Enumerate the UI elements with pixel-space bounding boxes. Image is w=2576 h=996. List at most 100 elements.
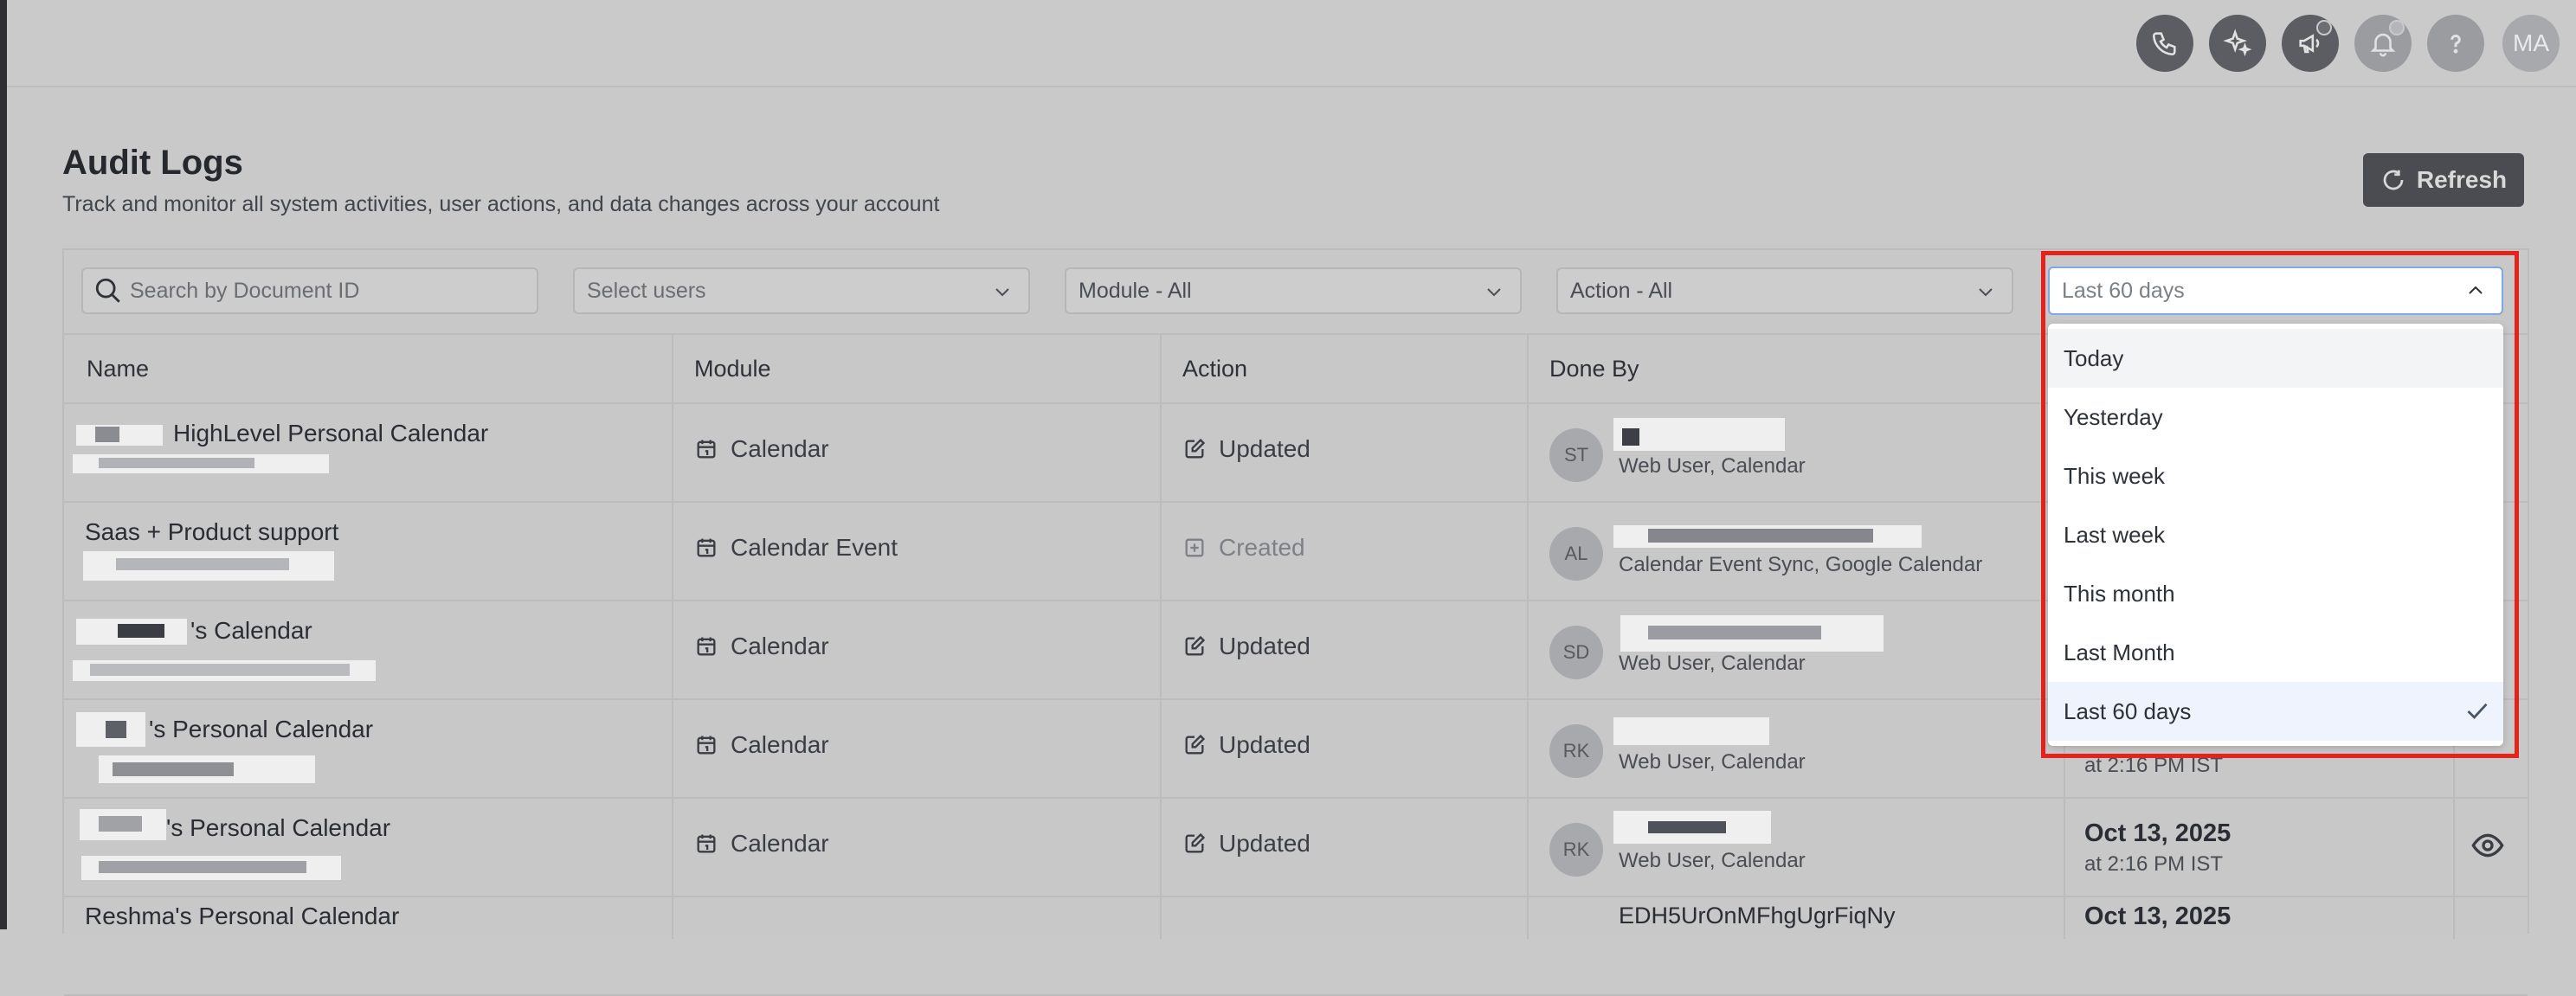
row-action: Updated bbox=[1182, 731, 1311, 759]
row-action-label: Updated bbox=[1219, 435, 1311, 462]
redacted-text bbox=[76, 425, 163, 446]
megaphone-icon[interactable] bbox=[2282, 15, 2339, 72]
page-title: Audit Logs bbox=[62, 144, 243, 182]
date-option-this-week[interactable]: This week bbox=[2048, 447, 2503, 505]
column-header-action[interactable]: Action bbox=[1182, 356, 1247, 382]
avatar: SD bbox=[1549, 626, 1603, 679]
user-avatar[interactable]: MA bbox=[2502, 15, 2560, 72]
left-nav-strip bbox=[0, 0, 7, 929]
option-label: Today bbox=[2064, 344, 2124, 371]
calendar-icon bbox=[697, 538, 716, 557]
row-module-label: Calendar bbox=[731, 633, 829, 659]
redaction-pixels bbox=[113, 762, 234, 776]
redacted-text bbox=[1613, 717, 1769, 745]
date-range-menu: Today Yesterday This week Last week This… bbox=[2048, 324, 2503, 746]
row-action: Updated bbox=[1182, 435, 1311, 463]
page-subtitle: Track and monitor all system activities,… bbox=[62, 192, 940, 216]
refresh-icon bbox=[2383, 170, 2404, 190]
chevron-down-icon bbox=[995, 288, 1009, 297]
date-option-today[interactable]: Today bbox=[2048, 329, 2503, 388]
users-select[interactable]: Select users bbox=[573, 267, 1030, 314]
avatar: RK bbox=[1549, 724, 1603, 778]
refresh-button[interactable]: Refresh bbox=[2363, 153, 2524, 207]
row-source: Web User, Calendar bbox=[1619, 652, 1806, 675]
module-select[interactable]: Module - All bbox=[1065, 267, 1522, 314]
row-name: 's Calendar bbox=[190, 617, 312, 644]
row-action-label: Updated bbox=[1219, 731, 1311, 758]
row-module-label: Calendar Event bbox=[731, 534, 898, 561]
plus-square-icon bbox=[1185, 538, 1204, 557]
row-source: Web User, Calendar bbox=[1619, 454, 1806, 478]
module-select-value: Module - All bbox=[1079, 278, 1192, 303]
table-row[interactable]: 's Personal Calendar Calendar Updated RK… bbox=[64, 797, 2528, 897]
row-action-label: Created bbox=[1219, 534, 1305, 561]
date-option-last-60-days[interactable]: Last 60 days bbox=[2048, 682, 2503, 741]
redaction-pixels bbox=[1648, 821, 1726, 833]
row-done-by: EDH5UrOnMFhgUgrFiqNy bbox=[1619, 903, 1896, 929]
calendar-icon bbox=[697, 637, 716, 656]
option-label: This week bbox=[2064, 462, 2166, 489]
option-label: Last 60 days bbox=[2064, 697, 2192, 724]
edit-icon bbox=[1185, 734, 1206, 755]
search-icon bbox=[95, 278, 120, 303]
date-range-value: Last 60 days bbox=[2062, 278, 2185, 303]
date-option-last-week[interactable]: Last week bbox=[2048, 505, 2503, 564]
row-date: Oct 13, 2025 bbox=[2084, 903, 2231, 930]
date-range-select[interactable]: Last 60 days bbox=[2048, 267, 2503, 315]
eye-icon[interactable] bbox=[2470, 828, 2505, 863]
row-action-label: Updated bbox=[1219, 830, 1311, 857]
notification-dot bbox=[2316, 20, 2332, 35]
chevron-up-icon bbox=[2469, 286, 2483, 294]
top-bar: MA bbox=[7, 0, 2576, 87]
row-module: Calendar bbox=[694, 633, 829, 660]
date-option-this-month[interactable]: This month bbox=[2048, 564, 2503, 623]
search-placeholder: Search by Document ID bbox=[130, 278, 360, 303]
row-module: Calendar bbox=[694, 830, 829, 858]
row-module-label: Calendar bbox=[731, 830, 829, 857]
search-input[interactable]: Search by Document ID bbox=[81, 267, 538, 314]
calendar-icon bbox=[697, 440, 716, 459]
action-select[interactable]: Action - All bbox=[1556, 267, 2013, 314]
phone-icon[interactable] bbox=[2136, 15, 2193, 72]
row-action: Created bbox=[1182, 534, 1305, 562]
option-label: This month bbox=[2064, 580, 2175, 607]
redaction-pixels bbox=[118, 624, 164, 638]
date-option-yesterday[interactable]: Yesterday bbox=[2048, 388, 2503, 447]
help-icon[interactable] bbox=[2427, 15, 2484, 72]
redaction-pixels bbox=[95, 427, 119, 442]
column-header-name[interactable]: Name bbox=[87, 356, 149, 382]
redaction-pixels bbox=[1648, 529, 1873, 543]
avatar: ST bbox=[1549, 428, 1603, 482]
column-header-module[interactable]: Module bbox=[694, 356, 771, 382]
check-icon bbox=[2467, 703, 2488, 720]
edit-icon bbox=[1185, 832, 1206, 853]
row-module: Calendar Event bbox=[694, 534, 898, 562]
row-module: Calendar bbox=[694, 731, 829, 759]
date-option-last-month[interactable]: Last Month bbox=[2048, 623, 2503, 682]
option-label: Yesterday bbox=[2064, 403, 2163, 430]
redaction-pixels bbox=[99, 816, 142, 832]
calendar-icon bbox=[697, 736, 716, 755]
row-source: Web User, Calendar bbox=[1619, 849, 1806, 872]
redaction-pixels bbox=[90, 664, 350, 676]
avatar: AL bbox=[1549, 527, 1603, 581]
redaction-pixels bbox=[106, 721, 126, 738]
notification-dot bbox=[2389, 20, 2405, 35]
row-source: Web User, Calendar bbox=[1619, 750, 1806, 774]
edit-icon bbox=[1185, 635, 1206, 656]
refresh-label: Refresh bbox=[2416, 166, 2508, 193]
row-module-label: Calendar bbox=[731, 435, 829, 462]
row-action: Updated bbox=[1182, 830, 1311, 858]
calendar-icon bbox=[697, 834, 716, 853]
avatar: RK bbox=[1549, 823, 1603, 877]
column-header-done-by[interactable]: Done By bbox=[1549, 356, 1639, 382]
row-action: Updated bbox=[1182, 633, 1311, 660]
row-action-label: Updated bbox=[1219, 633, 1311, 659]
row-name: 's Personal Calendar bbox=[149, 716, 374, 742]
sparkle-icon[interactable] bbox=[2209, 15, 2266, 72]
option-label: Last Month bbox=[2064, 639, 2175, 665]
chevron-down-icon bbox=[1487, 288, 1501, 297]
bell-icon[interactable] bbox=[2354, 15, 2412, 72]
table-row[interactable]: Reshma's Personal Calendar EDH5UrOnMFhgU… bbox=[64, 896, 2528, 996]
edit-icon bbox=[1185, 438, 1206, 459]
